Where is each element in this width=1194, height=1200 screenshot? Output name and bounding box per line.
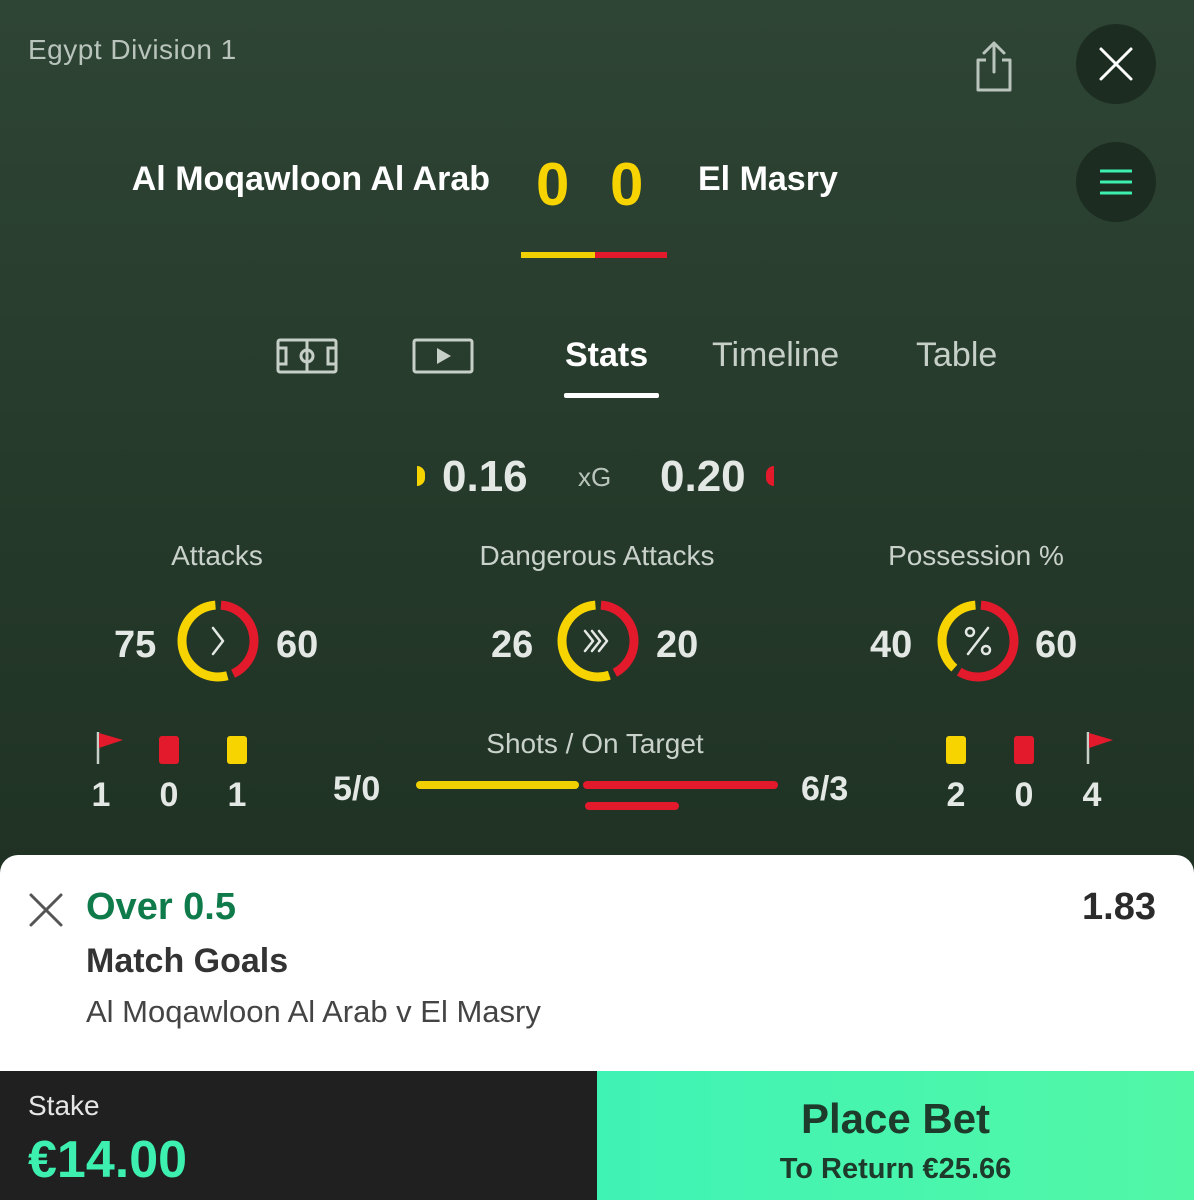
bet-selection: Over 0.5 xyxy=(86,886,236,928)
remove-selection-button[interactable] xyxy=(28,892,64,928)
away-score: 0 xyxy=(610,151,644,218)
home-yellow-cards: 1 xyxy=(227,776,247,814)
yellow-card-icon xyxy=(946,736,966,764)
bet-market: Match Goals xyxy=(86,942,289,980)
away-red-cards: 0 xyxy=(1014,776,1034,814)
away-on-target-bar xyxy=(584,802,680,810)
place-bet-button[interactable]: Place Bet To Return €25.66 xyxy=(597,1071,1194,1200)
home-team-name: Al Moqawloon Al Arab xyxy=(131,160,490,198)
attacks-title: Attacks xyxy=(171,540,263,571)
away-xg: 0.20 xyxy=(660,452,746,501)
away-xg-marker xyxy=(766,466,774,486)
close-icon xyxy=(29,893,63,927)
close-icon xyxy=(1099,47,1133,81)
attacks-icon xyxy=(211,626,225,656)
dangerous-attacks-title: Dangerous Attacks xyxy=(479,540,715,571)
possession-home: 40 xyxy=(870,624,913,666)
play-icon xyxy=(412,338,474,374)
home-shots-bar xyxy=(416,781,579,789)
share-button[interactable] xyxy=(968,38,1020,94)
possession-icon xyxy=(964,626,992,656)
xg-label: xG xyxy=(578,462,612,492)
yellow-card-icon xyxy=(227,736,247,764)
home-xg: 0.16 xyxy=(442,452,528,501)
away-yellow-cards: 2 xyxy=(946,776,966,814)
home-red-cards: 0 xyxy=(159,776,179,814)
home-shots: 5/0 xyxy=(333,770,381,808)
possession-away: 60 xyxy=(1035,624,1078,666)
bet-odds: 1.83 xyxy=(1082,886,1156,928)
away-shots-bar xyxy=(582,781,778,789)
home-score: 0 xyxy=(536,151,570,218)
home-color-bar xyxy=(521,252,595,258)
away-team-name: El Masry xyxy=(698,160,838,198)
red-card-icon xyxy=(1014,736,1034,764)
pitch-icon xyxy=(276,338,338,374)
hamburger-icon xyxy=(1100,169,1132,195)
stake-amount[interactable]: €14.00 xyxy=(28,1130,187,1190)
possession-title: Possession % xyxy=(888,540,1064,571)
tab-timeline[interactable]: Timeline xyxy=(712,336,839,375)
stake-label: Stake xyxy=(28,1090,100,1121)
dangerous-icon xyxy=(583,629,609,653)
league-name: Egypt Division 1 xyxy=(28,34,237,65)
tab-table[interactable]: Table xyxy=(916,336,997,375)
dangerous-attacks-donut xyxy=(557,600,639,682)
shots-title: Shots / On Target xyxy=(486,728,704,759)
home-corners: 1 xyxy=(91,776,111,814)
away-shots: 6/3 xyxy=(801,770,849,808)
attacks-donut xyxy=(177,600,259,682)
away-color-bar xyxy=(595,252,667,258)
possession-donut xyxy=(937,600,1019,682)
place-bet-label: Place Bet xyxy=(800,1095,991,1142)
to-return-label: To Return €25.66 xyxy=(779,1153,1012,1185)
red-card-icon xyxy=(159,736,179,764)
tab-stats[interactable]: Stats xyxy=(565,336,648,375)
attacks-away: 60 xyxy=(276,624,319,666)
dangerous-attacks-home: 26 xyxy=(491,624,534,666)
away-corners: 4 xyxy=(1082,776,1102,814)
tab-pitch[interactable] xyxy=(276,336,338,381)
share-icon xyxy=(976,41,1012,92)
bet-event: Al Moqawloon Al Arab v El Masry xyxy=(86,994,541,1029)
close-button[interactable] xyxy=(1076,24,1156,104)
attacks-home: 75 xyxy=(114,624,157,666)
active-tab-indicator xyxy=(564,393,659,398)
dangerous-attacks-away: 20 xyxy=(656,624,699,666)
tab-video[interactable] xyxy=(412,336,474,381)
corner-flag-icon xyxy=(1086,732,1113,764)
menu-button[interactable] xyxy=(1076,142,1156,222)
corner-flag-icon xyxy=(96,732,123,764)
